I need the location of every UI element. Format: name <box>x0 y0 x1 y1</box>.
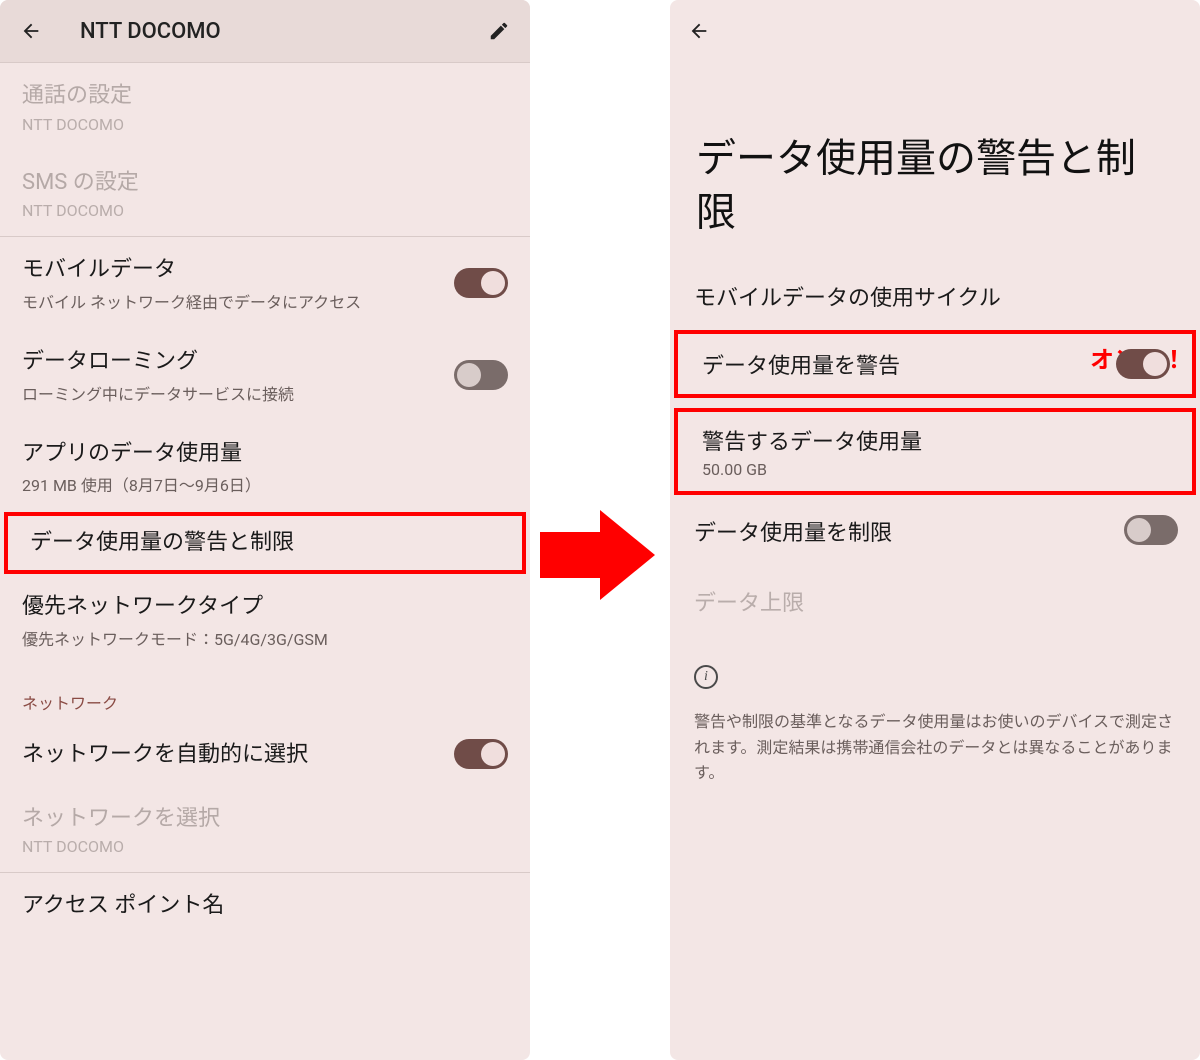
item-sub: NTT DOCOMO <box>22 115 508 134</box>
item-sub: モバイル ネットワーク経由でデータにアクセス <box>22 289 508 313</box>
limit-usage-item[interactable]: データ使用量を制限 <box>670 495 1200 565</box>
item-sub: NTT DOCOMO <box>22 837 508 856</box>
data-cap-item: データ上限 <box>670 565 1200 635</box>
auto-select-network-item[interactable]: ネットワークを自動的に選択 <box>0 722 530 786</box>
usage-cycle-item[interactable]: モバイルデータの使用サイクル <box>670 260 1200 330</box>
select-network-item[interactable]: ネットワークを選択 NTT DOCOMO <box>0 786 530 873</box>
right-header <box>670 0 1200 62</box>
app-data-usage-item[interactable]: アプリのデータ使用量 291 MB 使用（8月7日～9月6日） <box>0 421 530 513</box>
limit-usage-toggle[interactable] <box>1124 515 1178 545</box>
right-page-title: データ使用量の警告と制限 <box>696 132 1174 240</box>
mobile-data-item[interactable]: モバイルデータ モバイル ネットワーク経由でデータにアクセス <box>0 237 530 329</box>
data-roaming-item[interactable]: データローミング ローミング中にデータサービスに接続 <box>0 329 530 421</box>
back-icon[interactable] <box>688 20 710 42</box>
item-title: ネットワークを自動的に選択 <box>22 740 508 770</box>
right-screen: データ使用量の警告と制限 モバイルデータの使用サイクル オンに！ データ使用量を… <box>670 0 1200 1060</box>
highlight-warn-usage: データ使用量を警告 <box>674 330 1196 398</box>
item-sub: 優先ネットワークモード：5G/4G/3G/GSM <box>22 626 508 650</box>
highlight-warn-amount: 警告するデータ使用量 50.00 GB <box>674 408 1196 495</box>
call-settings-item[interactable]: 通話の設定 NTT DOCOMO <box>0 63 530 150</box>
transition-arrow-zone <box>530 0 670 1060</box>
apn-item[interactable]: アクセス ポイント名 <box>0 873 530 937</box>
edit-icon[interactable] <box>486 18 512 44</box>
mobile-data-toggle[interactable] <box>454 268 508 298</box>
item-sub: 291 MB 使用（8月7日～9月6日） <box>22 472 508 496</box>
item-title: アクセス ポイント名 <box>22 891 508 921</box>
back-icon[interactable] <box>18 18 44 44</box>
item-title: モバイルデータ <box>22 255 508 285</box>
data-roaming-toggle[interactable] <box>454 360 508 390</box>
data-warning-limit-item[interactable]: データ使用量の警告と制限 <box>8 516 522 570</box>
item-title: SMS の設定 <box>22 168 508 198</box>
warn-usage-item[interactable]: データ使用量を警告 <box>678 334 1192 394</box>
item-title: データローミング <box>22 347 508 377</box>
warn-amount-item[interactable]: 警告するデータ使用量 50.00 GB <box>678 412 1192 491</box>
item-title: ネットワークを選択 <box>22 804 508 834</box>
item-title: データ上限 <box>694 585 1176 617</box>
highlight-data-warning-limit: データ使用量の警告と制限 <box>4 512 526 574</box>
item-sub: 50.00 GB <box>702 460 1168 479</box>
info-icon: i <box>694 665 718 689</box>
left-header: NTT DOCOMO <box>0 0 530 62</box>
item-title: データ使用量の警告と制限 <box>30 528 500 558</box>
left-header-title: NTT DOCOMO <box>80 19 486 44</box>
info-block: i 警告や制限の基準となるデータ使用量はお使いのデバイスで測定されます。測定結果… <box>670 635 1200 800</box>
info-text: 警告や制限の基準となるデータ使用量はお使いのデバイスで測定されます。測定結果は携… <box>694 709 1176 786</box>
item-sub: NTT DOCOMO <box>22 201 508 220</box>
item-title: モバイルデータの使用サイクル <box>694 280 1176 312</box>
item-title: 優先ネットワークタイプ <box>22 592 508 622</box>
arrow-right-icon <box>540 510 660 600</box>
warn-usage-toggle[interactable] <box>1116 349 1170 379</box>
item-title: データ使用量を制限 <box>694 515 1176 547</box>
item-title: 警告するデータ使用量 <box>702 424 1168 456</box>
item-sub: ローミング中にデータサービスに接続 <box>22 381 508 405</box>
sms-settings-item[interactable]: SMS の設定 NTT DOCOMO <box>0 150 530 237</box>
left-screen: NTT DOCOMO 通話の設定 NTT DOCOMO SMS の設定 NTT … <box>0 0 530 1060</box>
item-title: データ使用量を警告 <box>702 348 1168 380</box>
preferred-network-type-item[interactable]: 優先ネットワークタイプ 優先ネットワークモード：5G/4G/3G/GSM <box>0 574 530 666</box>
network-category-label: ネットワーク <box>0 666 530 722</box>
item-title: アプリのデータ使用量 <box>22 439 508 469</box>
item-title: 通話の設定 <box>22 81 508 111</box>
auto-select-network-toggle[interactable] <box>454 739 508 769</box>
right-page-title-block: データ使用量の警告と制限 <box>670 62 1200 260</box>
